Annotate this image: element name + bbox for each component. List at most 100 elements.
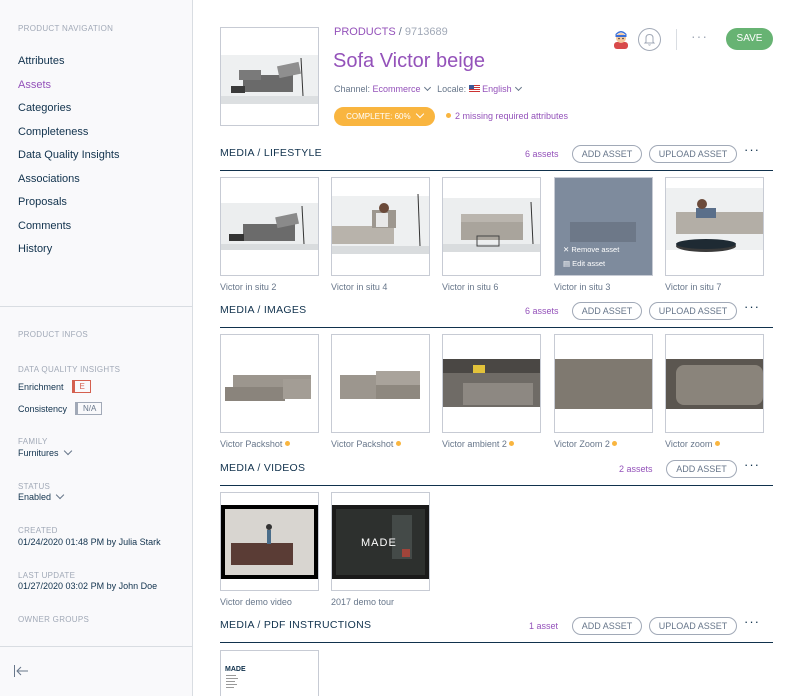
dqi-caption: DATA QUALITY INSIGHTS: [18, 365, 121, 374]
images-upload-asset-button[interactable]: UPLOAD ASSET: [649, 302, 737, 320]
channel-select[interactable]: Ecommerce: [372, 83, 431, 94]
asset-caption: 2017 demo tour: [331, 597, 395, 607]
avatar[interactable]: [611, 29, 631, 49]
images-more-button[interactable]: ···: [744, 300, 760, 313]
asset-card[interactable]: [331, 177, 430, 276]
nav-item-completeness[interactable]: Completeness: [18, 126, 88, 138]
owner-groups-caption: OWNER GROUPS: [18, 615, 90, 624]
nav-item-attributes[interactable]: Attributes: [18, 55, 64, 67]
videos-more-button[interactable]: ···: [744, 458, 760, 471]
nav-item-history[interactable]: History: [18, 243, 52, 255]
header-separator: [676, 29, 677, 50]
asset-card[interactable]: [220, 177, 319, 276]
enrichment-row: Enrichment E: [18, 380, 91, 393]
section-title-pdf: MEDIA / PDF INSTRUCTIONS: [220, 619, 372, 631]
pdf-more-button[interactable]: ···: [744, 615, 760, 628]
infos-caption: PRODUCT INFOS: [18, 330, 88, 339]
locale-label: Locale:: [437, 84, 467, 94]
incomplete-dot-icon: [714, 441, 720, 446]
asset-card[interactable]: [665, 177, 764, 276]
chevron-down-icon: [55, 490, 65, 500]
sidebar-divider: [0, 306, 193, 307]
lifestyle-more-button[interactable]: ···: [744, 143, 760, 156]
family-value: Furnitures: [18, 448, 59, 458]
asset-card[interactable]: [331, 334, 430, 433]
incomplete-dot-icon: [612, 441, 618, 446]
asset-caption: Victor zoom: [665, 439, 724, 449]
made-logo: MADE: [361, 537, 397, 549]
last-update-caption: LAST UPDATE: [18, 571, 76, 580]
last-update-value: 01/27/2020 03:02 PM by John Doe: [18, 581, 158, 591]
missing-attributes-text: 2 missing required attributes: [455, 111, 569, 121]
pdf-asset-count: 1 asset: [529, 621, 559, 631]
notifications-button[interactable]: [638, 28, 661, 51]
missing-attributes-link[interactable]: 2 missing required attributes: [446, 111, 568, 121]
collapse-sidebar-icon[interactable]: [13, 664, 29, 678]
section-rule: [220, 327, 773, 328]
breadcrumb-sku: 9713689: [404, 26, 448, 38]
asset-caption: Victor in situ 7: [665, 282, 722, 292]
breadcrumb-separator: /: [395, 26, 405, 38]
video-card[interactable]: MADE: [331, 492, 430, 591]
completeness-label: COMPLETE: 60%: [346, 112, 411, 121]
asset-card[interactable]: [220, 334, 319, 433]
pdf-upload-asset-button[interactable]: UPLOAD ASSET: [649, 617, 737, 635]
videos-add-asset-button[interactable]: ADD ASSET: [666, 460, 737, 478]
locale-value: English: [482, 84, 512, 94]
nav-item-comments[interactable]: Comments: [18, 220, 71, 232]
images-asset-count: 6 assets: [525, 306, 559, 316]
asset-card[interactable]: [442, 334, 541, 433]
incomplete-dot-icon: [284, 441, 290, 446]
chevron-down-icon: [63, 446, 72, 456]
family-select[interactable]: Furnitures: [18, 446, 72, 458]
product-thumbnail: [220, 27, 319, 126]
breadcrumb-products[interactable]: PRODUCTS: [334, 26, 396, 38]
chevron-down-icon: [423, 83, 431, 92]
pdf-add-asset-button[interactable]: ADD ASSET: [572, 617, 642, 635]
section-rule: [220, 642, 773, 643]
sidebar-bottom-divider: [0, 646, 193, 647]
enrichment-grade-badge[interactable]: E: [71, 380, 91, 393]
pdf-card[interactable]: MADE: [220, 650, 319, 696]
lifestyle-asset-count: 6 assets: [525, 149, 559, 159]
consistency-grade-badge[interactable]: N/A: [75, 402, 103, 415]
edit-icon: ▤: [563, 259, 573, 268]
locale-select[interactable]: English: [468, 83, 522, 94]
section-title-lifestyle: MEDIA / LIFESTYLE: [220, 147, 322, 159]
asset-card[interactable]: [665, 334, 764, 433]
nav-item-proposals[interactable]: Proposals: [18, 196, 67, 208]
incomplete-dot-icon: [509, 441, 515, 446]
nav-item-data-quality-insights[interactable]: Data Quality Insights: [18, 149, 120, 161]
status-select[interactable]: Enabled: [18, 490, 65, 502]
videos-asset-count: 2 assets: [619, 464, 653, 474]
consistency-label: Consistency: [18, 404, 68, 414]
asset-caption: Victor Zoom 2: [554, 439, 621, 449]
asset-caption: Victor in situ 6: [442, 282, 499, 292]
sidebar: PRODUCT NAVIGATION Attributes Assets Cat…: [0, 0, 193, 696]
chevron-down-icon: [514, 83, 522, 92]
pdf-preview: [226, 675, 238, 688]
asset-card-hovered[interactable]: ✕ Remove asset ▤ Edit asset: [554, 177, 653, 276]
page-title: Sofa Victor beige: [333, 50, 485, 72]
nav-item-associations[interactable]: Associations: [18, 173, 80, 185]
header-more-button[interactable]: ···: [691, 28, 708, 44]
family-caption: FAMILY: [18, 437, 48, 446]
asset-caption: Victor ambient 2: [442, 439, 518, 449]
nav-item-categories[interactable]: Categories: [18, 102, 71, 114]
completeness-dropdown[interactable]: COMPLETE: 60%: [334, 107, 435, 126]
images-add-asset-button[interactable]: ADD ASSET: [572, 302, 642, 320]
edit-asset-action[interactable]: ▤ Edit asset: [563, 259, 605, 268]
video-card[interactable]: [220, 492, 319, 591]
nav-item-assets[interactable]: Assets: [18, 79, 51, 91]
lifestyle-add-asset-button[interactable]: ADD ASSET: [572, 145, 642, 163]
lifestyle-upload-asset-button[interactable]: UPLOAD ASSET: [649, 145, 737, 163]
channel-label: Channel:: [334, 84, 371, 94]
asset-caption: Victor in situ 4: [331, 282, 388, 292]
remove-asset-action[interactable]: ✕ Remove asset: [563, 245, 619, 254]
asset-card[interactable]: [554, 334, 653, 433]
chevron-down-icon: [415, 109, 425, 119]
created-value: 01/24/2020 01:48 PM by Julia Stark: [18, 537, 161, 547]
save-button[interactable]: SAVE: [726, 28, 773, 50]
channel-value: Ecommerce: [372, 84, 421, 94]
asset-card[interactable]: [442, 177, 541, 276]
